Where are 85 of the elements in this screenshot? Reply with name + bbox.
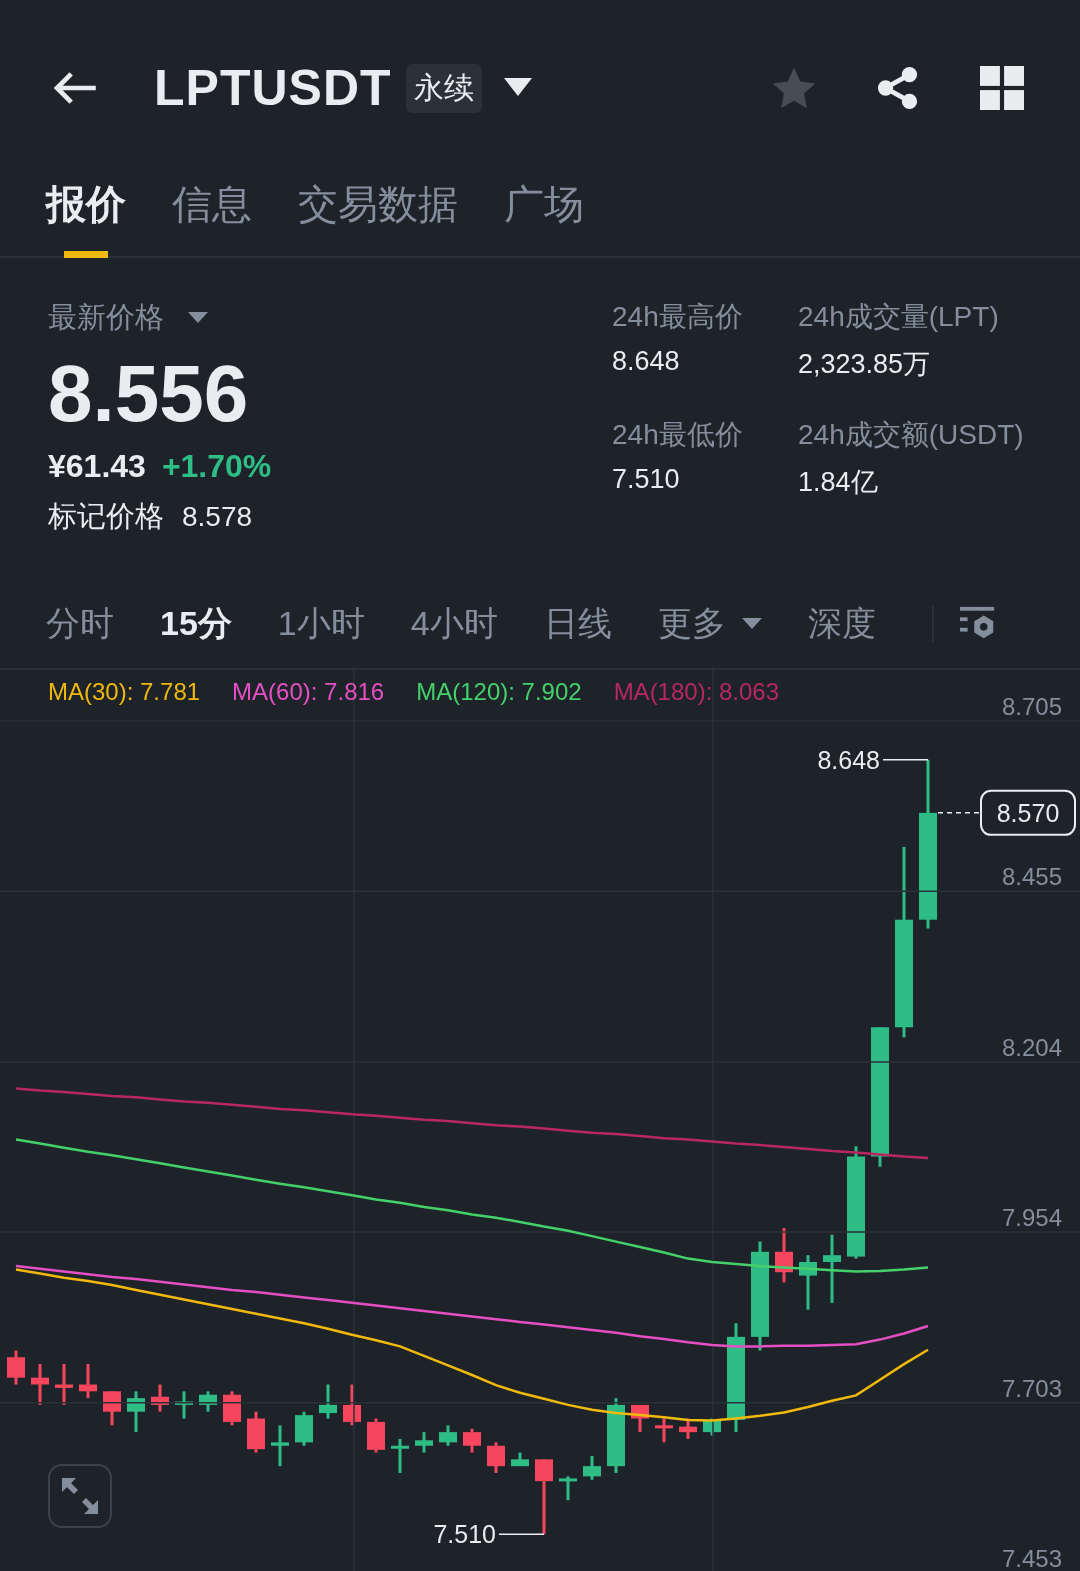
last-price-label: 8.570: [996, 798, 1060, 827]
interval-tab[interactable]: 日线: [543, 601, 612, 647]
candlestick: [223, 1391, 241, 1426]
candlestick: [487, 1442, 505, 1473]
candlestick: [79, 1364, 97, 1399]
candlestick: [103, 1391, 121, 1426]
price-axis-label: 8.455: [1001, 863, 1062, 891]
candlestick: [295, 1411, 313, 1446]
price-axis-label: 7.703: [1001, 1374, 1062, 1402]
candlestick: [367, 1418, 385, 1453]
candlestick: [391, 1438, 409, 1473]
stat-value: 2,323.85万: [798, 348, 932, 381]
candlestick: [31, 1364, 49, 1405]
candlestick: [463, 1428, 481, 1453]
caret-icon[interactable]: [503, 78, 532, 98]
mark-price-label: 标记价格: [48, 499, 164, 534]
candlestick: [823, 1234, 841, 1303]
leader-line: [498, 1533, 545, 1535]
tab[interactable]: 报价: [46, 176, 126, 256]
price-change: +1.70%: [161, 448, 272, 485]
candlestick: [583, 1455, 601, 1480]
interval-tab[interactable]: 15分: [160, 601, 232, 647]
expand-icon: [62, 1478, 98, 1514]
contract-badge: 永续: [405, 63, 482, 113]
ma-legend-value: : 7.816: [310, 678, 385, 706]
candlestick: [319, 1384, 337, 1419]
tab[interactable]: 信息: [172, 176, 252, 256]
candlestick: [247, 1411, 265, 1453]
tab[interactable]: 交易数据: [298, 176, 458, 256]
candlestick: [775, 1228, 793, 1283]
ma-legend-name: MA(30): [48, 678, 127, 706]
star-icon[interactable]: [772, 66, 816, 110]
stat-value: 7.510: [612, 464, 681, 495]
stat-value: 1.84亿: [798, 466, 879, 499]
interval-tab[interactable]: 分时: [46, 601, 114, 647]
high-price-label: 8.648: [817, 745, 880, 774]
candlestick: [343, 1384, 361, 1426]
mark-price-value: 8.578: [182, 501, 253, 533]
candlestick: [703, 1418, 721, 1436]
candlestick: [127, 1391, 145, 1433]
ma-legend-value: : 7.781: [126, 678, 201, 706]
grid-icon[interactable]: [980, 66, 1024, 110]
candlestick: [55, 1364, 73, 1405]
stat-label: 24h成交量(LPT): [798, 300, 1000, 334]
candlestick: [799, 1255, 817, 1310]
back-icon[interactable]: [52, 71, 98, 105]
candlestick: [655, 1418, 673, 1443]
candlestick: [271, 1425, 289, 1467]
price-label: 最新价格: [48, 300, 164, 335]
candlestick: [439, 1425, 457, 1446]
ma-legend-name: MA(60): [232, 678, 311, 706]
ma-legend-value: : 8.063: [705, 678, 780, 706]
candlestick: [199, 1391, 217, 1412]
interval-tab[interactable]: 更多: [657, 601, 762, 647]
last-price: 8.556: [48, 348, 250, 440]
ma-legend-name: MA(180): [613, 678, 706, 706]
candlestick: [631, 1404, 649, 1433]
ma-legend-value: : 7.902: [508, 678, 582, 706]
stat-value: 8.648: [612, 346, 681, 377]
tab[interactable]: 广场: [504, 176, 584, 256]
price-axis-label: 8.705: [1001, 693, 1062, 720]
interval-tab[interactable]: 1小时: [277, 601, 365, 647]
stat-label: 24h最高价: [612, 300, 744, 334]
share-icon[interactable]: [876, 66, 920, 110]
candlestick: [559, 1476, 577, 1501]
interval-tab[interactable]: 4小时: [410, 601, 498, 647]
fiat-price: ¥61.43: [48, 448, 146, 485]
candlestick: [415, 1432, 433, 1453]
leader-line: [937, 812, 981, 814]
low-price-label: 7.510: [433, 1520, 496, 1549]
candlestick: [7, 1350, 25, 1385]
interval-tab[interactable]: 深度: [807, 601, 876, 647]
price-axis-label: 8.204: [1001, 1033, 1062, 1061]
leader-line: [882, 759, 929, 761]
stat-label: 24h最低价: [612, 418, 744, 452]
price-axis-label: 7.453: [1001, 1545, 1062, 1571]
candlestick: [679, 1418, 697, 1439]
stat-label: 24h成交额(USDT): [798, 418, 1024, 452]
symbol-title: LPTUSDT: [154, 59, 392, 117]
candlestick: [175, 1391, 193, 1419]
price-axis-label: 7.954: [1001, 1204, 1062, 1232]
candlestick: [151, 1384, 169, 1412]
fullscreen-button[interactable]: [48, 1464, 112, 1528]
candlestick: [511, 1452, 529, 1467]
ma-legend-name: MA(120): [416, 678, 509, 706]
